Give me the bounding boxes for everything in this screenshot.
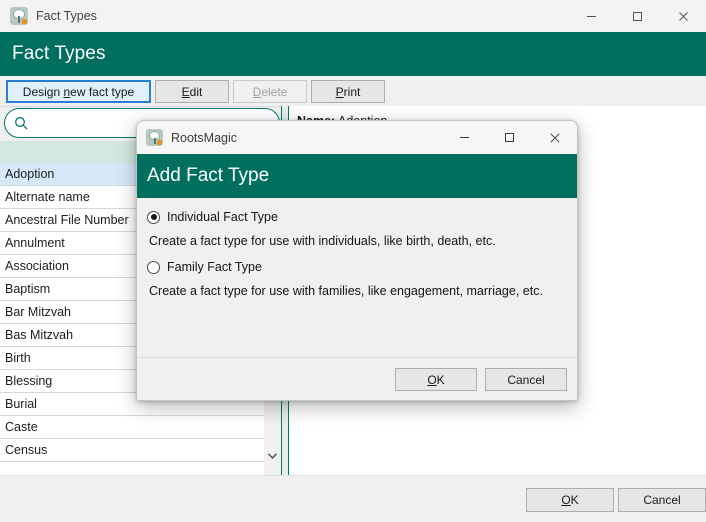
maximize-icon[interactable] <box>614 0 660 32</box>
list-item-label: Baptism <box>5 282 50 296</box>
page-title: Fact Types <box>12 43 106 65</box>
chevron-down-icon[interactable] <box>264 448 280 464</box>
tree-icon <box>146 129 163 146</box>
dialog-titlebar: RootsMagic <box>137 121 577 154</box>
list-item-label: Birth <box>5 351 31 365</box>
ok-button[interactable]: OK <box>526 488 614 512</box>
design-new-fact-type-button[interactable]: Design new fact type <box>6 80 151 103</box>
radio-family-fact-type-label: Family Fact Type <box>167 260 262 274</box>
window-title: Fact Types <box>36 9 97 23</box>
list-item-label: Ancestral File Number <box>5 213 129 227</box>
dialog-header: Add Fact Type <box>137 154 577 198</box>
list-item[interactable]: Census <box>0 439 264 462</box>
maximize-icon[interactable] <box>487 121 532 154</box>
radio-individual-fact-type-mark[interactable] <box>147 211 160 224</box>
minimize-icon[interactable] <box>568 0 614 32</box>
page-header: Fact Types <box>0 32 706 76</box>
list-item-label: Burial <box>5 397 37 411</box>
dialog-body: Individual Fact Type Create a fact type … <box>137 198 577 358</box>
edit-button[interactable]: Edit <box>155 80 229 103</box>
list-item-label: Caste <box>5 420 38 434</box>
minimize-icon[interactable] <box>442 121 487 154</box>
dialog-cancel-button[interactable]: Cancel <box>485 368 567 391</box>
radio-individual-fact-type-description: Create a fact type for use with individu… <box>149 234 496 248</box>
dialog-header-title: Add Fact Type <box>147 165 269 187</box>
search-icon <box>14 116 29 131</box>
list-item-label: Adoption <box>5 167 54 181</box>
radio-family-fact-type-mark[interactable] <box>147 261 160 274</box>
list-item-label: Bar Mitzvah <box>5 305 71 319</box>
window-titlebar: Fact Types <box>0 0 706 33</box>
cancel-button[interactable]: Cancel <box>618 488 706 512</box>
list-item-label: Blessing <box>5 374 52 388</box>
list-item-label: Census <box>5 443 47 457</box>
radio-family-fact-type[interactable]: Family Fact Type <box>147 260 262 274</box>
radio-individual-fact-type[interactable]: Individual Fact Type <box>147 210 278 224</box>
list-item[interactable]: Caste <box>0 416 264 439</box>
delete-button: Delete <box>233 80 307 103</box>
dialog-footer: OK Cancel <box>137 357 577 400</box>
dialog-title: RootsMagic <box>171 131 237 145</box>
dialog-window-controls <box>442 121 577 154</box>
radio-individual-fact-type-label: Individual Fact Type <box>167 210 278 224</box>
list-item-label: Association <box>5 259 69 273</box>
list-item-label: Alternate name <box>5 190 90 204</box>
list-item-label: Bas Mitzvah <box>5 328 73 342</box>
close-icon[interactable] <box>660 0 706 32</box>
print-button[interactable]: Print <box>311 80 385 103</box>
tree-icon <box>10 7 28 25</box>
close-icon[interactable] <box>532 121 577 154</box>
application-window: Fact Types Fact Types Design new fact ty… <box>0 0 706 522</box>
radio-family-fact-type-description: Create a fact type for use with families… <box>149 284 543 298</box>
dialog-ok-button[interactable]: OK <box>395 368 477 391</box>
add-fact-type-dialog: RootsMagic Add Fact Type Individual Fact… <box>136 120 578 401</box>
window-footer: OK Cancel <box>0 475 706 522</box>
toolbar: Design new fact type Edit Delete Print <box>0 76 706 107</box>
window-controls <box>568 0 706 32</box>
list-item-label: Annulment <box>5 236 65 250</box>
